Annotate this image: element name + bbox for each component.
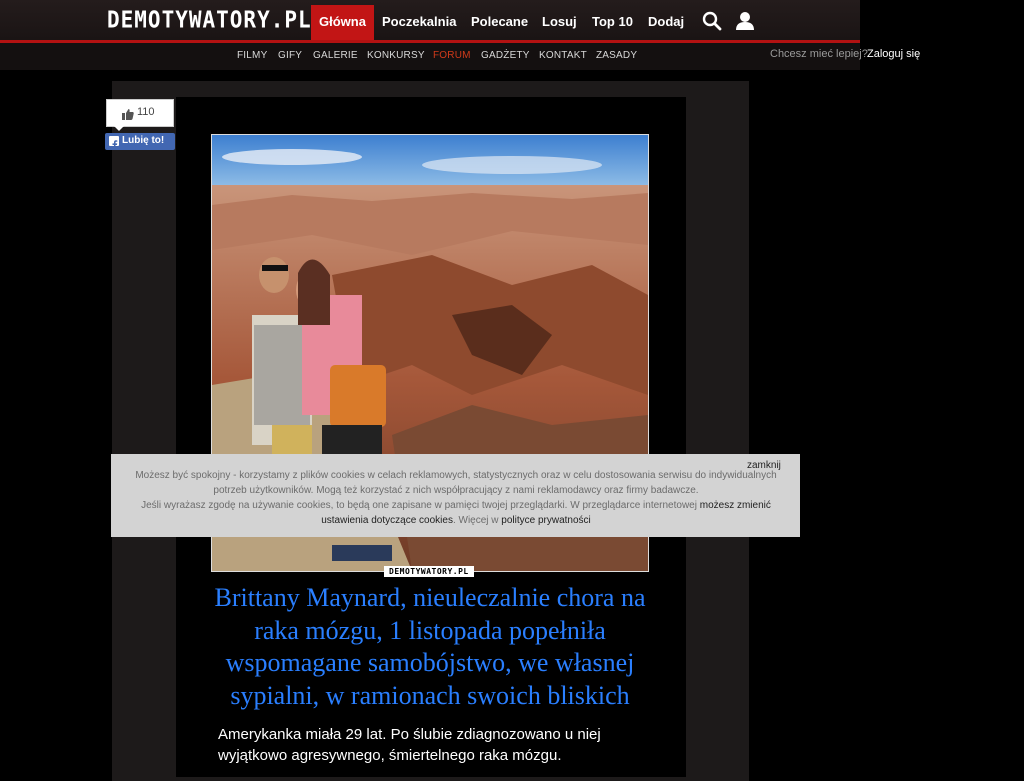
subnav-rules[interactable]: ZASADY (596, 50, 637, 61)
nav-home[interactable]: Główna (311, 5, 374, 40)
post-headline[interactable]: Brittany Maynard, nieuleczalnie chora na… (190, 582, 670, 712)
subnav-contests[interactable]: KONKURSY (367, 50, 425, 61)
search-icon[interactable] (701, 10, 723, 32)
subnav-forum[interactable]: FORUM (433, 50, 471, 61)
cookie-text-3: . Więcej w (452, 515, 499, 526)
facebook-like-label: Lubię to! (122, 135, 165, 146)
user-icon[interactable] (734, 10, 756, 32)
cookie-consent-bar: zamknij Możesz być spokojny - korzystamy… (111, 454, 800, 537)
like-counter[interactable]: 110 (106, 99, 174, 127)
watermark: DEMOTYWATORY.PL (384, 566, 474, 577)
subnav-contact[interactable]: KONTAKT (539, 50, 587, 61)
privacy-policy-link[interactable]: polityce prywatności (501, 515, 590, 526)
login-prompt: Chcesz mieć lepiej? (770, 48, 868, 60)
login-link[interactable]: Zaloguj się (867, 48, 920, 60)
nav-top-10[interactable]: Top 10 (584, 5, 641, 40)
site-logo[interactable]: DEMOTYWATORY.PL (107, 7, 312, 33)
nav-random[interactable]: Losuj (534, 5, 585, 40)
nav-recommended[interactable]: Polecane (463, 5, 536, 40)
subnav-gadgets[interactable]: GADŻETY (481, 50, 530, 61)
nav-waiting-room[interactable]: Poczekalnia (374, 5, 464, 40)
thumbs-up-icon (122, 107, 134, 125)
cookie-message: Możesz być spokojny - korzystamy z plikó… (131, 468, 781, 528)
nav-add[interactable]: Dodaj (640, 5, 692, 40)
cookie-text-2: Jeśli wyrażasz zgodę na używanie cookies… (141, 500, 697, 511)
like-count: 110 (137, 106, 155, 118)
subnav-films[interactable]: FILMY (237, 50, 267, 61)
post-description: Amerykanka miała 29 lat. Po ślubie zdiag… (218, 726, 601, 764)
facebook-like-button[interactable]: Lubię to! (105, 133, 175, 150)
facebook-icon (109, 136, 119, 149)
subnav-gifs[interactable]: GIFY (278, 50, 302, 61)
cookie-text-1: Możesz być spokojny - korzystamy z plikó… (135, 470, 777, 496)
subnav-galleries[interactable]: GALERIE (313, 50, 358, 61)
like-counter-pointer (114, 126, 124, 131)
sub-navigation-bar (0, 43, 860, 70)
